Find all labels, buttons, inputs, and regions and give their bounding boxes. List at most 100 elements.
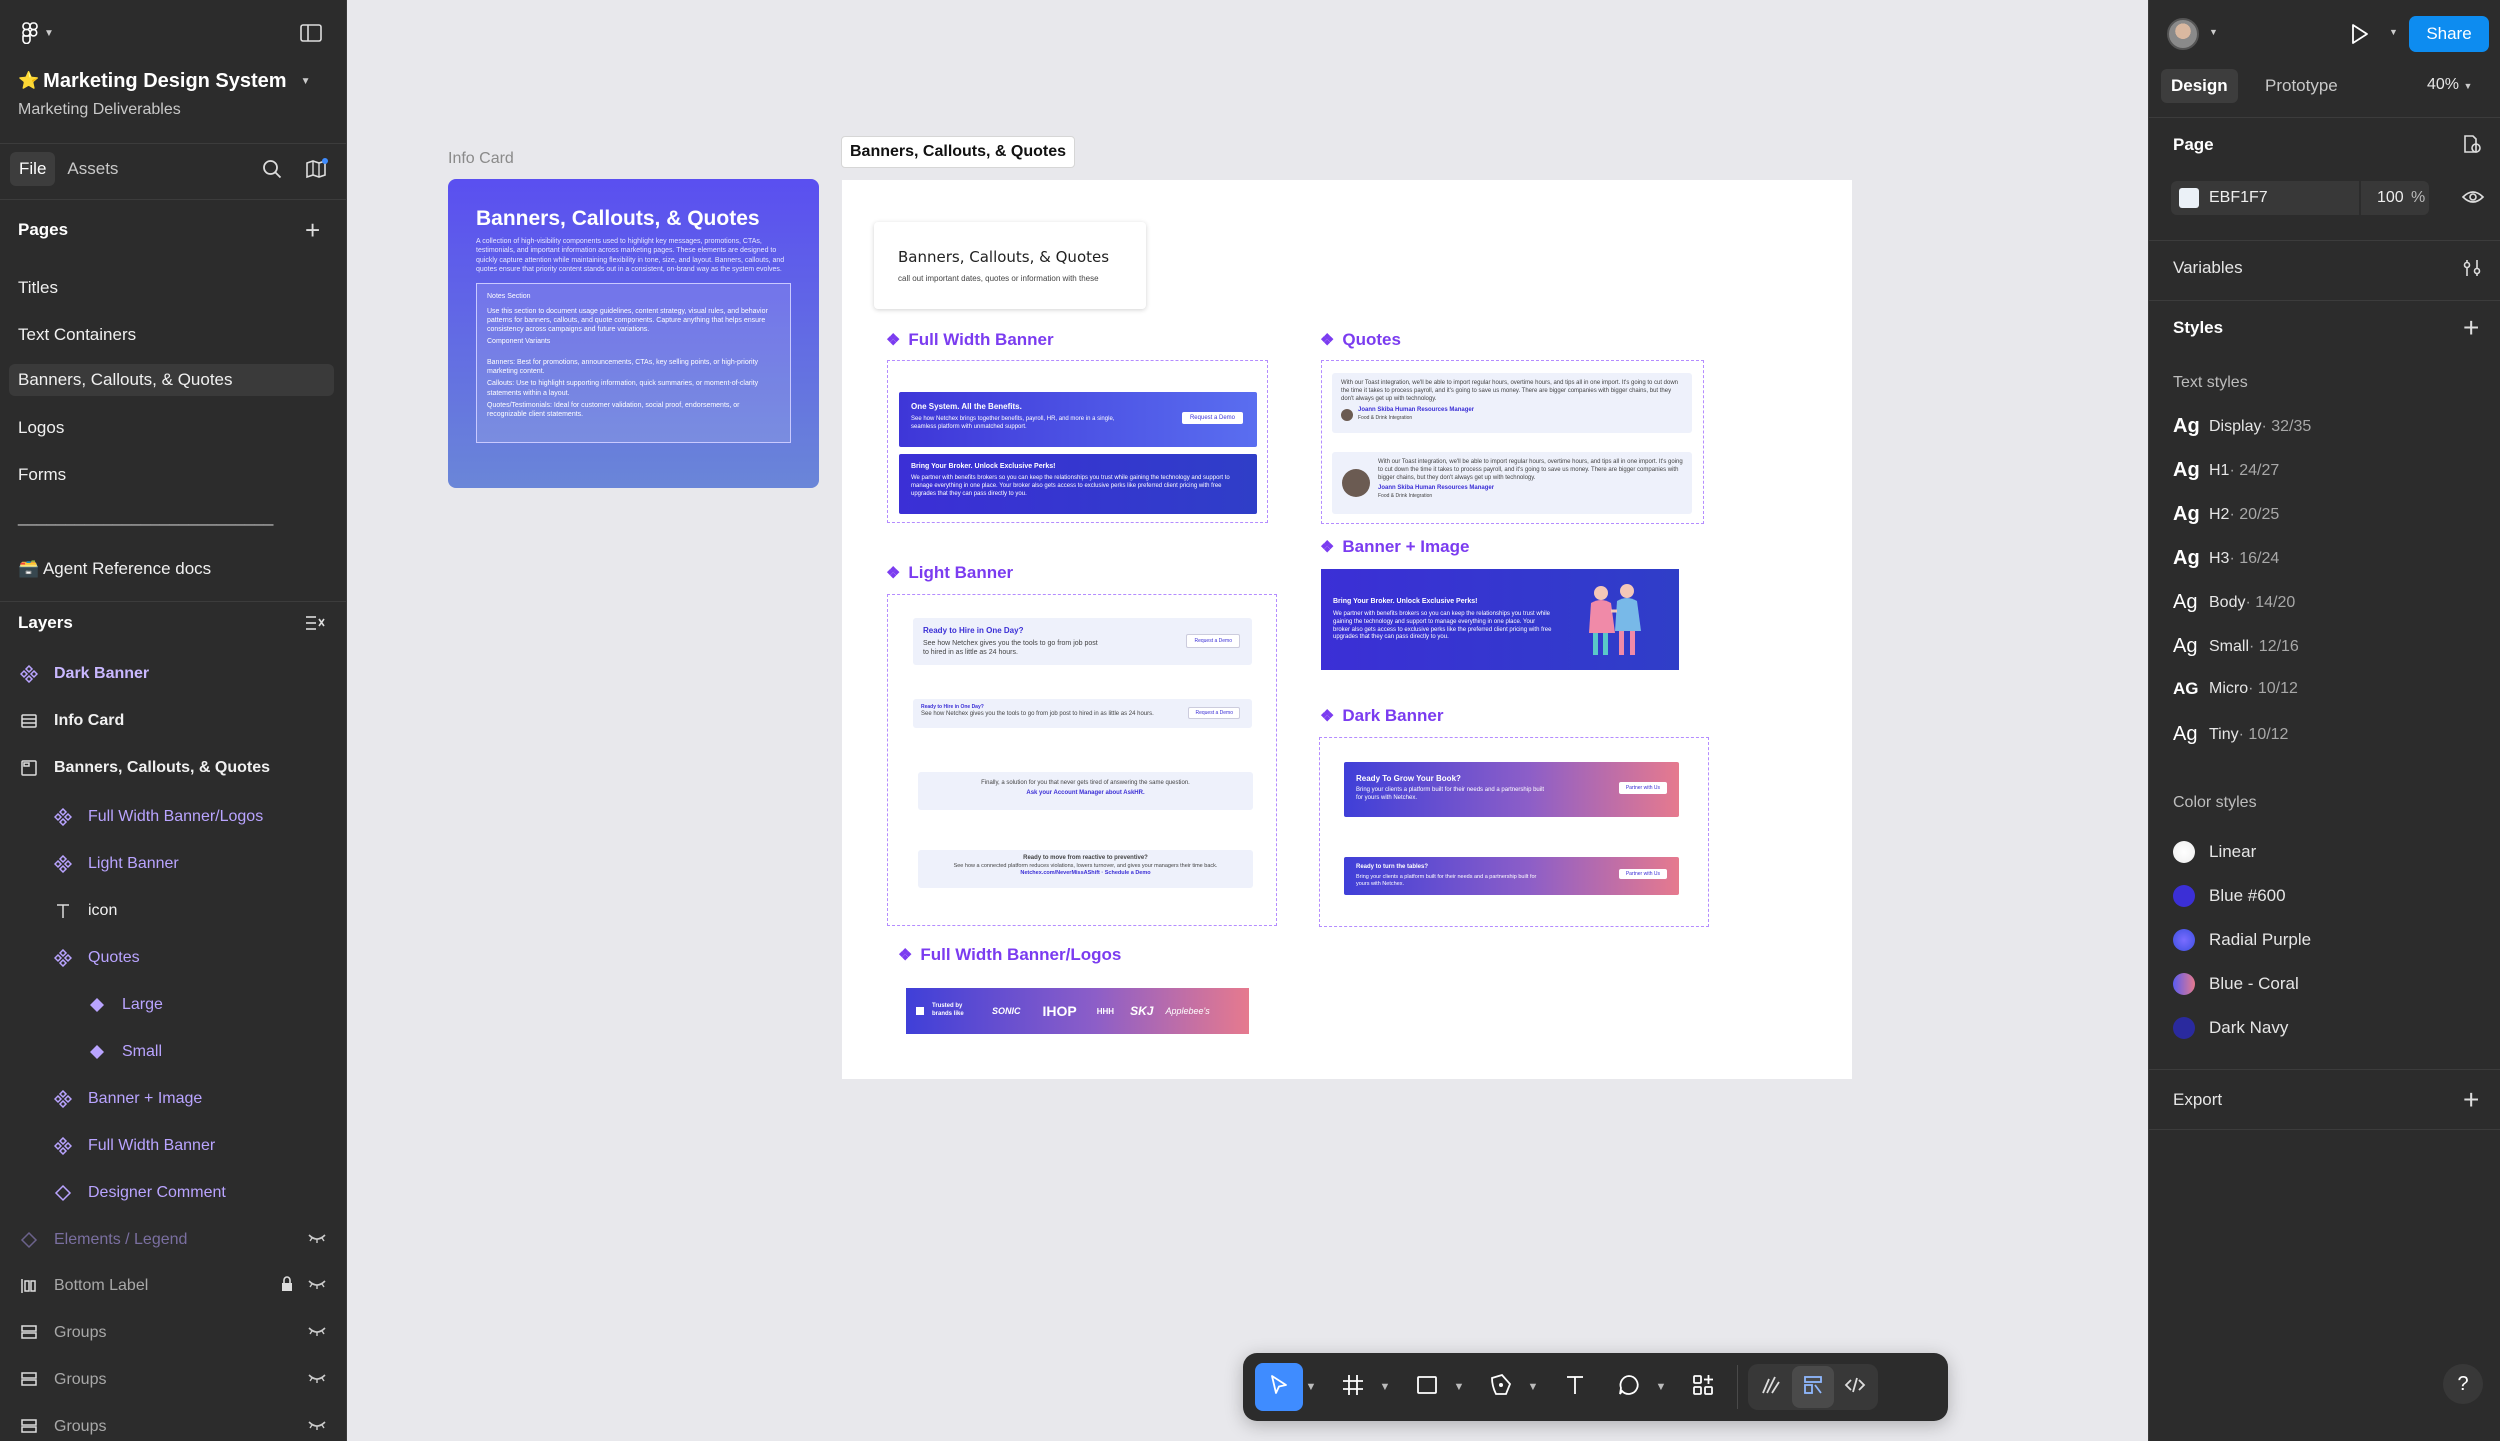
component-title-quotes[interactable]: ❖ Quotes xyxy=(1320,330,1401,350)
banner-image[interactable]: Bring Your Broker. Unlock Exclusive Perk… xyxy=(1321,569,1679,670)
component-title-banner-image[interactable]: ❖ Banner + Image xyxy=(1320,537,1469,557)
search-icon[interactable] xyxy=(262,159,282,179)
text-style-item[interactable]: Ag H2 · 20/25 xyxy=(2173,503,2279,526)
layer-row[interactable]: Groups xyxy=(0,1411,346,1441)
present-icon[interactable] xyxy=(2347,22,2371,51)
chevron-down-icon[interactable]: ▼ xyxy=(1525,1381,1541,1393)
draw-mode[interactable] xyxy=(1750,1366,1792,1408)
frame-label-info-card[interactable]: Info Card xyxy=(448,150,514,168)
request-demo-button[interactable]: Request a Demo xyxy=(1188,707,1240,719)
dark-banner-set[interactable]: Ready To Grow Your Book? Bring your clie… xyxy=(1319,737,1709,927)
hidden-eye-icon[interactable] xyxy=(307,1324,327,1342)
shape-tool[interactable] xyxy=(1403,1363,1451,1411)
layer-row[interactable]: Large xyxy=(0,989,346,1021)
text-style-item[interactable]: Ag Tiny · 10/12 xyxy=(2173,723,2288,746)
color-swatch[interactable] xyxy=(2179,188,2199,208)
chevron-down-icon[interactable]: ▼ xyxy=(1377,1381,1393,1393)
chevron-down-icon[interactable]: ▼ xyxy=(301,76,311,87)
component-title-dark-banner[interactable]: ❖ Dark Banner xyxy=(1320,706,1443,726)
partner-button[interactable]: Partner with Us xyxy=(1618,782,1667,794)
section-frame[interactable]: Banners, Callouts, & Quotes call out imp… xyxy=(842,180,1852,1079)
light-banner-2[interactable]: Ready to Hire in One Day? See how Netche… xyxy=(913,699,1252,728)
hidden-eye-icon[interactable] xyxy=(307,1277,327,1295)
hidden-eye-icon[interactable] xyxy=(307,1371,327,1389)
chevron-down-icon[interactable]: ▼ xyxy=(1303,1381,1319,1393)
comment-tool[interactable] xyxy=(1605,1363,1653,1411)
page-item[interactable]: Titles xyxy=(18,278,58,298)
variables-icon[interactable] xyxy=(2461,258,2483,283)
color-style-item[interactable]: Blue #600 xyxy=(2173,885,2286,907)
zoom-level[interactable]: 40% ▼ xyxy=(2427,76,2472,94)
chevron-down-icon[interactable]: ▼ xyxy=(44,28,54,39)
page-item[interactable]: Logos xyxy=(18,418,64,438)
color-style-item[interactable]: Linear xyxy=(2173,841,2256,863)
chevron-down-icon[interactable]: ▼ xyxy=(1451,1381,1467,1393)
header-card[interactable]: Banners, Callouts, & Quotes call out imp… xyxy=(874,222,1146,309)
page-item-selected[interactable]: Banners, Callouts, & Quotes xyxy=(18,370,233,390)
layer-row[interactable]: Groups xyxy=(0,1317,346,1349)
dev-mode[interactable] xyxy=(1834,1366,1876,1408)
layer-row[interactable]: Small xyxy=(0,1036,346,1068)
share-button[interactable]: Share xyxy=(2409,16,2489,52)
light-banner-4[interactable]: Ready to move from reactive to preventiv… xyxy=(918,850,1253,888)
page-settings-icon[interactable] xyxy=(2461,133,2483,160)
file-name[interactable]: Marketing Design System xyxy=(43,70,286,93)
text-tool[interactable] xyxy=(1551,1363,1599,1411)
frame-tool[interactable] xyxy=(1329,1363,1377,1411)
logos-banner[interactable]: Trusted by brands like SONIC IHOP HHH SK… xyxy=(906,988,1249,1034)
partner-button[interactable]: Partner with Us xyxy=(1618,869,1667,879)
request-demo-button[interactable]: Request a Demo xyxy=(1186,634,1240,648)
dark-banner-1[interactable]: Ready To Grow Your Book? Bring your clie… xyxy=(1344,762,1679,817)
add-page-icon[interactable]: + xyxy=(305,215,320,246)
toggle-sidebar-icon[interactable] xyxy=(298,22,324,44)
page-opacity-value[interactable]: 100 xyxy=(2377,189,2404,207)
tab-design[interactable]: Design xyxy=(2161,69,2238,103)
page-item[interactable]: 🗃️ Agent Reference docs xyxy=(18,559,211,579)
text-style-item[interactable]: Ag Body · 14/20 xyxy=(2173,591,2295,614)
text-style-item[interactable]: Ag Display · 32/35 xyxy=(2173,415,2311,438)
add-style-icon[interactable]: + xyxy=(2463,312,2479,344)
eye-icon[interactable] xyxy=(2461,187,2485,212)
design-mode[interactable] xyxy=(1792,1366,1834,1408)
layer-row[interactable]: Light Banner xyxy=(0,848,346,880)
layer-row[interactable]: Designer Comment xyxy=(0,1177,346,1209)
figma-menu-icon[interactable] xyxy=(18,21,42,45)
color-style-item[interactable]: Radial Purple xyxy=(2173,929,2311,951)
tab-prototype[interactable]: Prototype xyxy=(2255,69,2348,103)
text-style-item[interactable]: Ag H3 · 16/24 xyxy=(2173,547,2279,570)
layer-row[interactable]: Dark Banner xyxy=(0,658,346,690)
component-title-full-width-logos[interactable]: ❖ Full Width Banner/Logos xyxy=(898,945,1121,965)
add-export-icon[interactable]: + xyxy=(2463,1084,2479,1116)
lock-icon[interactable] xyxy=(280,1275,294,1297)
banner-link[interactable]: Ask your Account Manager about AskHR. xyxy=(926,790,1245,798)
light-banner-1[interactable]: Ready to Hire in One Day? See how Netche… xyxy=(913,618,1252,665)
page-item[interactable]: Text Containers xyxy=(18,325,136,345)
section-label[interactable]: Banners, Callouts, & Quotes xyxy=(841,136,1076,168)
quotes-set[interactable]: With our Toast integration, we'll be abl… xyxy=(1321,360,1704,524)
dark-banner-2[interactable]: Ready to turn the tables? Bring your cli… xyxy=(1344,857,1679,895)
layer-row[interactable]: icon xyxy=(0,895,346,927)
layer-row[interactable]: Banner + Image xyxy=(0,1083,346,1115)
info-card[interactable]: Banners, Callouts, & Quotes A collection… xyxy=(448,179,819,488)
avatar[interactable] xyxy=(2167,18,2199,50)
hidden-eye-icon[interactable] xyxy=(307,1231,327,1249)
tab-assets[interactable]: Assets xyxy=(55,152,130,186)
layer-row[interactable]: Banners, Callouts, & Quotes xyxy=(0,752,346,784)
quote-large[interactable]: With our Toast integration, we'll be abl… xyxy=(1332,452,1692,514)
layer-row[interactable]: Quotes xyxy=(0,942,346,974)
light-banner-set[interactable]: Ready to Hire in One Day? See how Netche… xyxy=(887,594,1277,926)
page-color-value[interactable]: EBF1F7 xyxy=(2209,189,2268,207)
project-name[interactable]: Marketing Deliverables xyxy=(18,101,181,119)
canvas[interactable]: Info Card Banners, Callouts, & Quotes A … xyxy=(348,0,2148,1441)
full-width-banner-1[interactable]: One System. All the Benefits. See how Ne… xyxy=(899,392,1257,447)
export-title[interactable]: Export xyxy=(2173,1090,2222,1110)
component-title-full-width-banner[interactable]: ❖ Full Width Banner xyxy=(886,330,1054,350)
component-title-light-banner[interactable]: ❖ Light Banner xyxy=(886,563,1013,583)
text-style-item[interactable]: Ag H1 · 24/27 xyxy=(2173,459,2279,482)
variables-title[interactable]: Variables xyxy=(2173,258,2243,278)
collapse-layers-icon[interactable] xyxy=(305,615,325,631)
full-width-banner-2[interactable]: Bring Your Broker. Unlock Exclusive Perk… xyxy=(899,454,1257,514)
chevron-down-icon[interactable]: ▼ xyxy=(1653,1381,1669,1393)
hidden-eye-icon[interactable] xyxy=(307,1418,327,1436)
actions-tool[interactable] xyxy=(1679,1363,1727,1411)
